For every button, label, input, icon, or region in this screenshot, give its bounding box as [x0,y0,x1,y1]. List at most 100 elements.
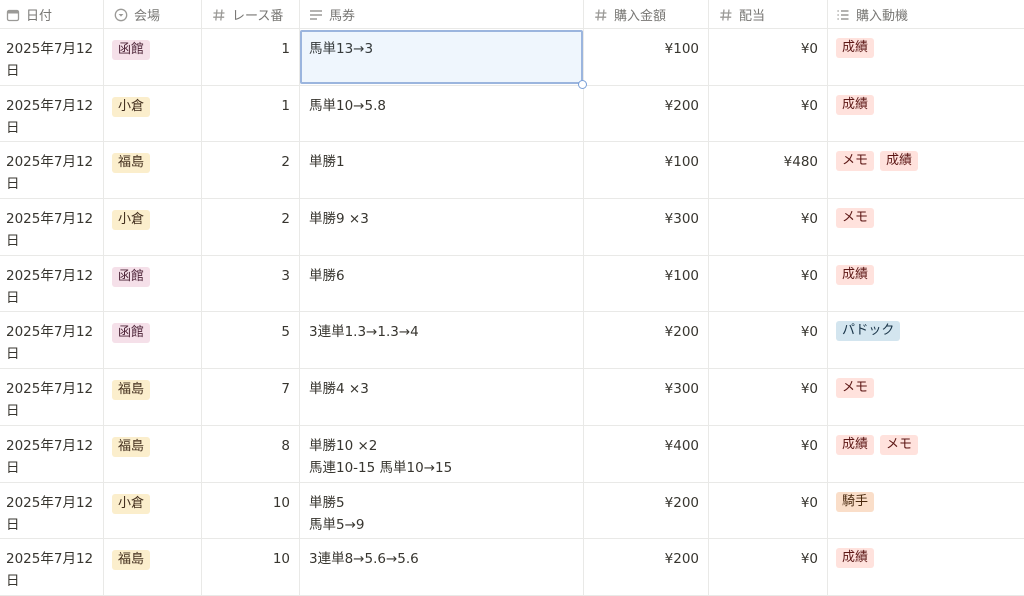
ticket-cell[interactable]: 3連単1.3→1.3→4 [300,312,584,369]
payout-cell[interactable]: ¥0 [709,85,828,142]
table-row: 2025年7月12日 小倉 2 単勝9 ×3 ¥300 ¥0 メモ [0,199,1024,256]
date-cell[interactable]: 2025年7月12日 [0,539,104,595]
reason-tag: メモ [836,151,875,172]
venue-tag: 小倉 [112,96,151,117]
reason-cell[interactable]: メモ [828,199,1024,255]
amount-cell[interactable]: ¥100 [584,142,709,199]
select-icon [114,8,128,21]
race-number-cell[interactable]: 3 [202,255,300,312]
amount-cell[interactable]: ¥300 [584,369,709,425]
venue-cell[interactable]: 福島 [104,539,202,595]
venue-cell[interactable]: 函館 [104,29,202,85]
reason-tag: 成績 [836,434,875,455]
venue-cell[interactable]: 函館 [104,312,202,369]
venue-cell[interactable]: 小倉 [104,482,202,539]
ticket-cell[interactable]: 単勝5 馬単5→9 [300,482,584,539]
table-row: 2025年7月12日 函館 5 3連単1.3→1.3→4 ¥200 ¥0 パドック [0,312,1024,370]
race-number-cell[interactable]: 2 [202,199,300,255]
reason-cell[interactable]: 成績 メモ [828,426,1024,482]
payout-cell[interactable]: ¥480 [709,142,828,199]
column-header-amount[interactable]: 購入金額 [584,0,709,29]
table-header: 日付 会場 レース番 馬券 購入金額 配当 購入動機 [0,0,1024,29]
ticket-cell[interactable]: 3連単8→5.6→5.6 [300,539,584,595]
reason-cell[interactable]: 成績 [828,539,1024,595]
race-number-cell[interactable]: 10 [202,539,300,595]
amount-cell[interactable]: ¥200 [584,539,709,595]
amount-cell[interactable]: ¥400 [584,425,709,482]
reason-tag: メモ [880,434,919,455]
table-row: 2025年7月12日 福島 7 単勝4 ×3 ¥300 ¥0 メモ [0,369,1024,426]
column-header-race[interactable]: レース番 [202,0,300,29]
ticket-cell[interactable]: 単勝9 ×3 [300,199,584,255]
column-header-label: レース番 [232,9,284,24]
reason-tag: 成績 [836,548,875,569]
date-cell[interactable]: 2025年7月12日 [0,142,104,199]
column-header-venue[interactable]: 会場 [104,0,202,29]
payout-cell[interactable]: ¥0 [709,539,828,595]
amount-cell[interactable]: ¥200 [584,85,709,142]
race-number-cell[interactable]: 2 [202,142,300,199]
table-row: 2025年7月12日 小倉 1 馬単10→5.8 ¥200 ¥0 成績 [0,85,1024,143]
amount-cell[interactable]: ¥200 [584,482,709,539]
table-row: 2025年7月12日 福島 10 3連単8→5.6→5.6 ¥200 ¥0 成績 [0,539,1024,596]
date-cell[interactable]: 2025年7月12日 [0,85,104,142]
date-cell[interactable]: 2025年7月12日 [0,29,104,85]
ticket-cell[interactable]: 単勝1 [300,142,584,199]
amount-cell[interactable]: ¥100 [584,255,709,312]
payout-cell[interactable]: ¥0 [709,312,828,369]
table-row: 2025年7月12日 函館 3 単勝6 ¥100 ¥0 成績 [0,255,1024,313]
date-cell[interactable]: 2025年7月12日 [0,482,104,539]
reason-cell[interactable]: メモ [828,369,1024,425]
payout-cell[interactable]: ¥0 [709,255,828,312]
venue-cell[interactable]: 福島 [104,142,202,199]
venue-tag: 函館 [112,40,151,60]
multiselect-icon [837,9,849,20]
column-header-reason[interactable]: 購入動機 [828,0,1024,29]
reason-cell[interactable]: 成績 [828,256,1024,312]
calendar-icon [6,9,20,21]
amount-cell[interactable]: ¥200 [584,312,709,369]
reason-cell[interactable]: 成績 [828,29,1024,85]
payout-cell[interactable]: ¥0 [709,369,828,425]
race-number-cell[interactable]: 5 [202,312,300,369]
race-number-cell[interactable]: 10 [202,482,300,539]
race-number-cell[interactable]: 8 [202,425,300,482]
venue-tag: 福島 [112,153,151,174]
payout-cell[interactable]: ¥0 [709,482,828,539]
venue-tag: 福島 [112,436,151,457]
venue-cell[interactable]: 福島 [104,369,202,425]
race-number-cell[interactable]: 1 [202,29,300,85]
venue-cell[interactable]: 福島 [104,425,202,482]
date-cell[interactable]: 2025年7月12日 [0,425,104,482]
ticket-cell[interactable]: 馬単10→5.8 [300,85,584,142]
race-number-cell[interactable]: 1 [202,85,300,142]
venue-cell[interactable]: 函館 [104,255,202,312]
reason-cell[interactable]: 騎手 [828,483,1024,539]
payout-cell[interactable]: ¥0 [709,29,828,85]
payout-cell[interactable]: ¥0 [709,425,828,482]
reason-cell[interactable]: メモ 成績 [828,142,1024,198]
reason-tag: パドック [836,321,901,342]
payout-cell[interactable]: ¥0 [709,199,828,255]
venue-cell[interactable]: 小倉 [104,199,202,255]
ticket-cell[interactable]: 馬単13→3 [300,29,584,85]
date-cell[interactable]: 2025年7月12日 [0,255,104,312]
amount-cell[interactable]: ¥300 [584,199,709,255]
column-header-payout[interactable]: 配当 [709,0,828,29]
column-header-ticket[interactable]: 馬券 [300,0,584,29]
column-header-label: 馬券 [329,9,356,24]
race-number-cell[interactable]: 7 [202,369,300,425]
ticket-cell[interactable]: 単勝4 ×3 [300,369,584,425]
venue-cell[interactable]: 小倉 [104,85,202,142]
amount-cell[interactable]: ¥100 [584,29,709,85]
date-cell[interactable]: 2025年7月12日 [0,199,104,255]
reason-cell[interactable]: パドック [828,312,1024,368]
number-icon [595,8,607,21]
ticket-cell[interactable]: 単勝10 ×2 馬連10-15 馬単10→15 [300,425,584,482]
date-cell[interactable]: 2025年7月12日 [0,312,104,369]
reason-cell[interactable]: 成績 [828,86,1024,142]
date-cell[interactable]: 2025年7月12日 [0,369,104,425]
ticket-cell[interactable]: 単勝6 [300,255,584,312]
cell-resize-handle[interactable] [578,80,587,89]
column-header-date[interactable]: 日付 [0,0,104,29]
